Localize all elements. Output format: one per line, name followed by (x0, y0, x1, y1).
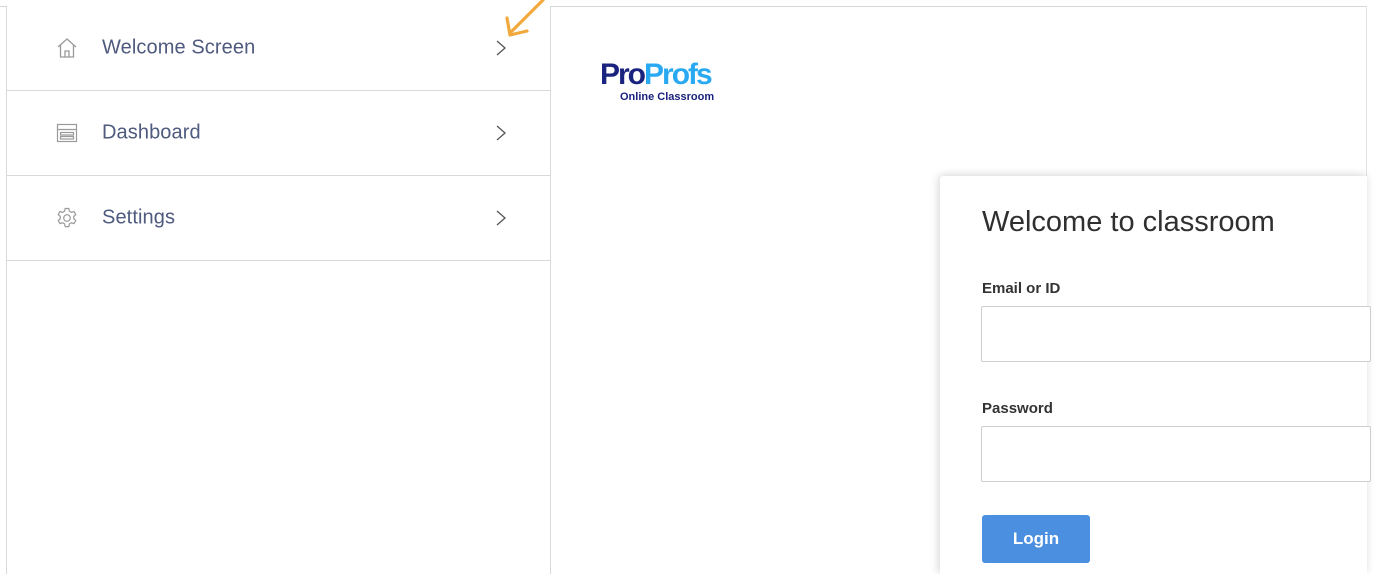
sidebar-item-label: Welcome Screen (102, 36, 256, 59)
login-title: Welcome to classroom (982, 206, 1275, 238)
sidebar-item-dashboard[interactable]: Dashboard (7, 91, 550, 176)
logo-subtitle: Online Classroom (620, 91, 715, 103)
password-label: Password (982, 400, 1053, 417)
dashboard-icon (55, 121, 79, 145)
proprofs-logo: ProProfs Online Classroom (600, 60, 760, 110)
sidebar-item-settings[interactable]: Settings (7, 176, 550, 261)
chevron-right-icon (493, 123, 509, 143)
login-card: Welcome to classroom Email or ID Passwor… (940, 176, 1371, 574)
password-field[interactable] (981, 426, 1371, 482)
sidebar-item-label: Settings (102, 206, 176, 229)
sidebar: Welcome Screen Dashboard Settings (6, 6, 551, 574)
email-field[interactable] (981, 306, 1371, 362)
sidebar-item-label: Dashboard (102, 121, 201, 144)
gear-icon (55, 206, 79, 230)
login-button[interactable]: Login (982, 515, 1090, 563)
home-icon (55, 36, 79, 60)
logo-wordmark: ProProfs (600, 58, 713, 91)
annotation-arrow-icon (505, 0, 545, 37)
email-label: Email or ID (982, 280, 1061, 297)
chevron-right-icon (493, 208, 509, 228)
sidebar-item-welcome-screen[interactable]: Welcome Screen (7, 6, 550, 91)
